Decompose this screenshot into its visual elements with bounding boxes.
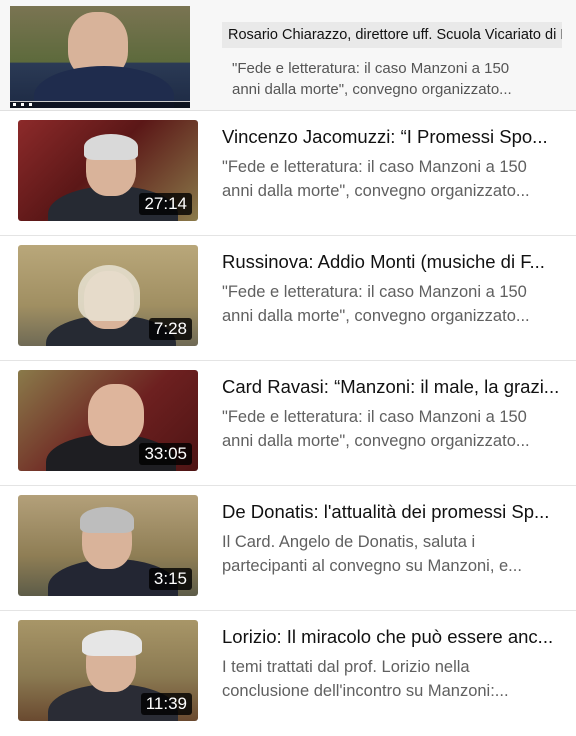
video-thumbnail[interactable]: 3:15 [18,495,198,596]
next-icon[interactable] [21,103,24,106]
description-line: partecipanti al convegno su Manzoni, e..… [222,557,522,575]
volume-icon[interactable] [29,103,32,106]
duration-badge: 3:15 [148,568,192,590]
description-line: "Fede e letteratura: il caso Manzoni a 1… [222,283,527,301]
video-description: "Fede e letteratura: il caso Manzoni a 1… [222,155,564,203]
video-description: "Fede e letteratura: il caso Manzoni a 1… [222,405,564,453]
duration-badge: 7:28 [148,318,192,340]
now-playing-item[interactable]: Rosario Chiarazzo, direttore uff. Scuola… [0,0,576,111]
duration-badge: 27:14 [139,193,192,215]
video-thumbnail[interactable]: 7:28 [18,245,198,346]
speaker-head [88,384,144,446]
duration-badge: 33:05 [139,443,192,465]
speaker-hair [82,630,142,656]
now-playing-description: "Fede e letteratura: il caso Manzoni a 1… [232,58,562,100]
description-line: anni dalla morte", convegno organizzato.… [222,432,530,450]
speaker-hair [80,507,134,533]
speaker-hair [78,265,140,321]
now-playing-title[interactable]: Rosario Chiarazzo, direttore uff. Scuola… [222,22,562,48]
description-line: anni dalla morte", convegno organizzato.… [222,307,530,325]
description-line: anni dalla morte", convegno organizzato.… [222,182,530,200]
video-thumbnail[interactable]: 33:05 [18,370,198,471]
video-list-item[interactable]: 33:05 Card Ravasi: “Manzoni: il male, la… [0,361,576,486]
video-list-item[interactable]: 7:28 Russinova: Addio Monti (musiche di … [0,236,576,361]
description-line: "Fede e letteratura: il caso Manzoni a 1… [222,408,527,426]
description-line: anni dalla morte", convegno organizzato.… [232,81,512,98]
video-title[interactable]: De Donatis: l'attualità dei promessi Sp.… [222,500,564,524]
video-thumbnail[interactable]: 11:39 [18,620,198,721]
play-icon[interactable] [13,103,16,106]
progress-bar[interactable] [10,101,190,102]
video-thumbnail[interactable]: 27:14 [18,120,198,221]
video-description: "Fede e letteratura: il caso Manzoni a 1… [222,280,564,328]
video-title[interactable]: Vincenzo Jacomuzzi: “I Promessi Spo... [222,125,564,149]
player-controls[interactable] [10,101,190,108]
duration-badge: 11:39 [140,693,192,715]
video-list-item[interactable]: 27:14 Vincenzo Jacomuzzi: “I Promessi Sp… [0,111,576,236]
description-line: "Fede e letteratura: il caso Manzoni a 1… [232,60,510,77]
description-line: conclusione dell'incontro su Manzoni:... [222,682,509,700]
description-line: Il Card. Angelo de Donatis, saluta i [222,533,476,551]
speaker-hair [84,134,138,160]
video-description: Il Card. Angelo de Donatis, saluta i par… [222,530,564,578]
description-line: I temi trattati dal prof. Lorizio nella [222,658,470,676]
video-list-item[interactable]: 11:39 Lorizio: Il miracolo che può esser… [0,611,576,736]
video-title[interactable]: Lorizio: Il miracolo che può essere anc.… [222,625,564,649]
video-title[interactable]: Russinova: Addio Monti (musiche di F... [222,250,564,274]
video-description: I temi trattati dal prof. Lorizio nella … [222,655,564,703]
description-line: "Fede e letteratura: il caso Manzoni a 1… [222,158,527,176]
video-list-item[interactable]: 3:15 De Donatis: l'attualità dei promess… [0,486,576,611]
video-title[interactable]: Card Ravasi: “Manzoni: il male, la grazi… [222,375,564,399]
video-player-thumbnail[interactable] [10,6,190,108]
